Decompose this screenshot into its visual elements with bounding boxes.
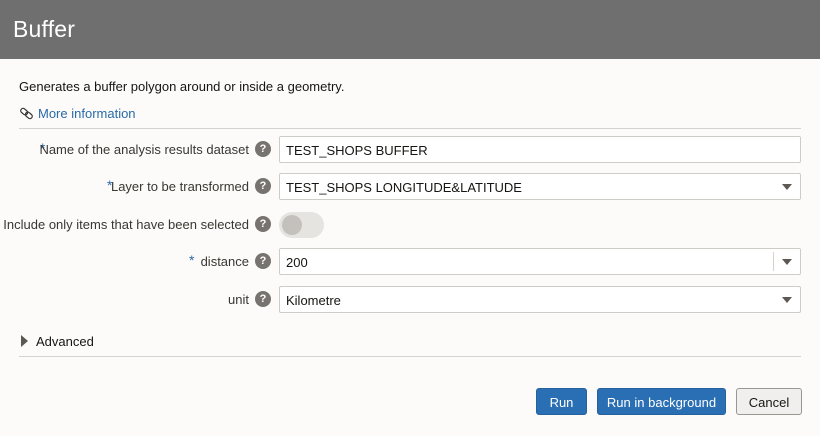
dialog-title: Buffer [13,16,76,42]
required-mark: * [189,252,195,268]
row-selected-only: Include only items that have been select… [0,211,820,239]
disclosure-triangle-icon [21,335,28,347]
more-information-label[interactable]: More information [38,106,136,121]
link-icon [20,107,33,119]
selected-only-toggle[interactable] [279,212,324,238]
advanced-section-toggle[interactable]: Advanced [21,333,94,349]
chevron-down-icon[interactable] [782,297,792,303]
unit-label: unit [228,292,249,307]
divider-bottom [19,356,801,357]
dataset-name-value: TEST_SHOPS BUFFER [286,143,428,158]
row-unit: unit ? Kilometre [0,286,820,314]
selected-only-label: Include only items that have been select… [3,217,249,232]
row-layer: * Layer to be transformed ? TEST_SHOPS L… [0,173,820,201]
row-dataset-name: * Name of the analysis results dataset ?… [0,136,820,164]
help-icon[interactable]: ? [255,178,271,194]
layer-select[interactable]: TEST_SHOPS LONGITUDE&LATITUDE [279,173,801,200]
chevron-down-icon[interactable] [782,259,792,265]
run-button[interactable]: Run [536,388,587,415]
help-icon[interactable]: ? [255,141,271,157]
distance-value: 200 [286,255,308,270]
combobox-separator [773,252,774,271]
help-icon[interactable]: ? [255,253,271,269]
unit-value: Kilometre [286,293,341,308]
advanced-label: Advanced [36,333,94,349]
layer-value: TEST_SHOPS LONGITUDE&LATITUDE [286,180,522,195]
more-information-link[interactable]: More information [19,104,136,122]
divider-top [19,128,801,129]
dialog-description: Generates a buffer polygon around or ins… [19,79,345,94]
run-in-background-button[interactable]: Run in background [597,388,726,415]
toggle-knob [282,215,302,235]
layer-label: Layer to be transformed [110,179,249,194]
dialog-header: Buffer [0,0,820,59]
cancel-button[interactable]: Cancel [736,388,802,415]
help-icon[interactable]: ? [255,291,271,307]
unit-select[interactable]: Kilometre [279,286,801,313]
row-distance: * distance ? 200 [0,248,820,276]
dataset-name-input[interactable]: TEST_SHOPS BUFFER [279,136,801,163]
dataset-name-label: Name of the analysis results dataset [39,142,249,157]
help-icon[interactable]: ? [255,216,271,232]
distance-combobox[interactable]: 200 [279,248,801,275]
chevron-down-icon[interactable] [782,184,792,190]
distance-label: distance [200,254,249,269]
